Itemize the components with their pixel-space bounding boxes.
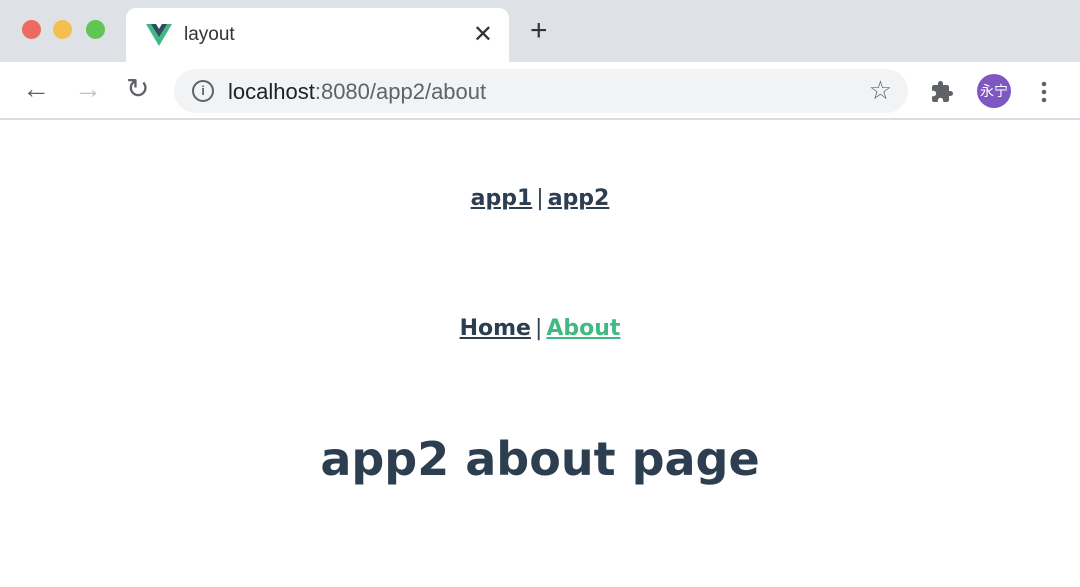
extensions-puzzle-icon[interactable]	[930, 80, 954, 104]
window-maximize-button[interactable]	[86, 20, 105, 39]
tab-close-icon[interactable]: ✕	[473, 20, 493, 49]
url-text[interactable]: localhost:8080/app2/about	[228, 79, 486, 105]
nav-separator: |	[534, 316, 543, 341]
profile-avatar[interactable]: 永宁	[977, 74, 1011, 108]
tab-bar: layout ✕ +	[0, 0, 1080, 62]
address-bar[interactable]: i localhost:8080/app2/about ☆	[174, 69, 908, 113]
app2-link[interactable]: app2	[548, 186, 610, 211]
vue-logo-icon	[146, 24, 172, 46]
browser-toolbar: ← → ↻ i localhost:8080/app2/about ☆ 永宁	[0, 62, 1080, 120]
url-path: :8080/app2/about	[314, 79, 487, 104]
reload-button[interactable]: ↻	[126, 74, 149, 104]
page-heading: app2 about page	[320, 432, 760, 486]
forward-button[interactable]: →	[74, 74, 102, 104]
app-nav: app1 | app2	[0, 186, 1080, 211]
url-host: localhost	[228, 79, 315, 104]
app1-link[interactable]: app1	[471, 186, 533, 211]
tab-title: layout	[184, 24, 235, 45]
new-tab-button[interactable]: +	[530, 16, 548, 46]
window-close-button[interactable]	[22, 20, 41, 39]
window-minimize-button[interactable]	[53, 20, 72, 39]
bookmark-star-icon[interactable]: ☆	[869, 75, 892, 106]
page-nav: Home | About	[0, 316, 1080, 341]
browser-tab[interactable]: layout ✕	[126, 8, 509, 62]
info-icon[interactable]: i	[192, 80, 214, 102]
back-button[interactable]: ←	[22, 74, 50, 104]
about-link[interactable]: About	[546, 316, 620, 341]
nav-separator: |	[536, 186, 544, 211]
home-link[interactable]: Home	[460, 316, 531, 341]
more-menu-icon[interactable]	[1040, 80, 1048, 104]
